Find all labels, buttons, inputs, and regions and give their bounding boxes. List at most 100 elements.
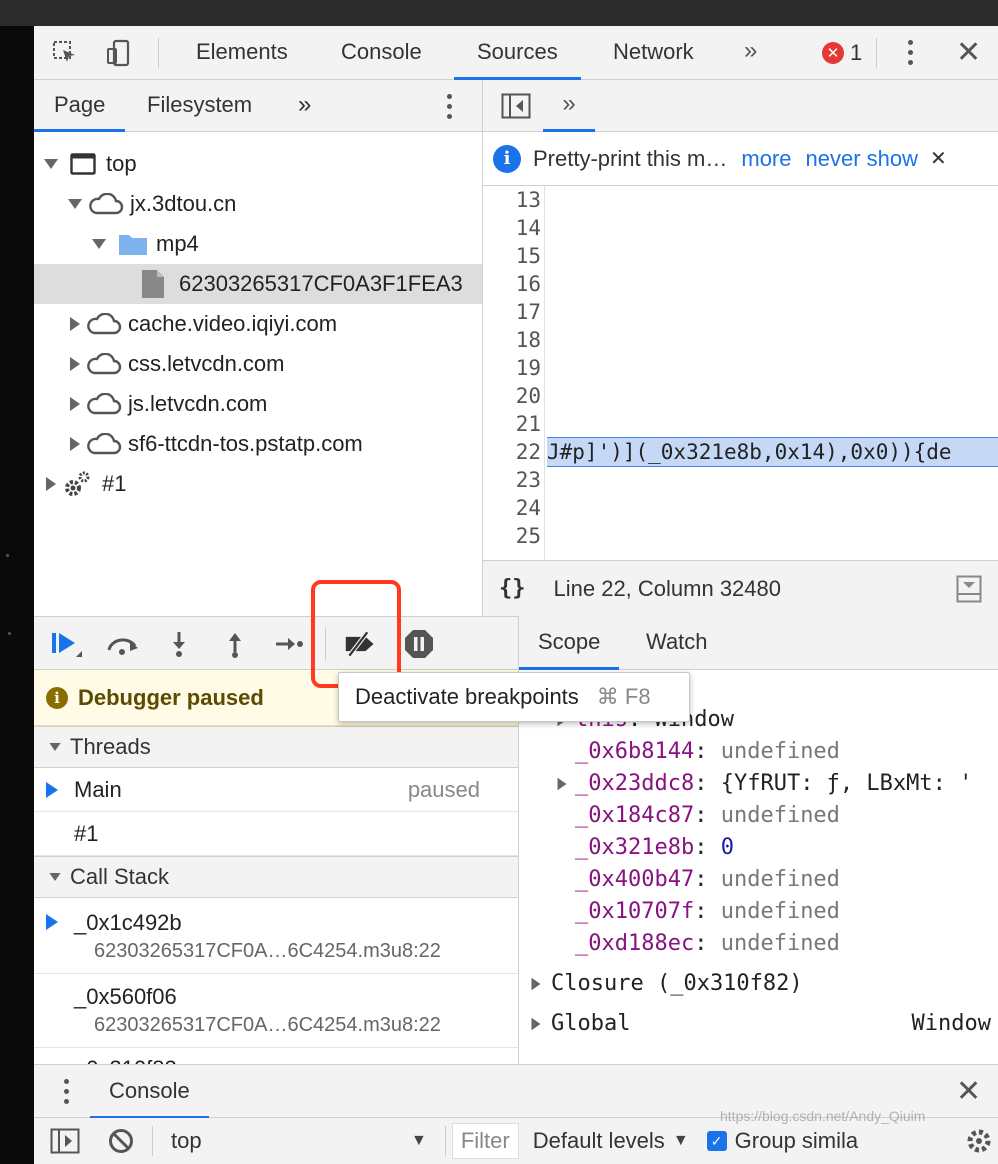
expand-arrow-icon[interactable]: [68, 199, 82, 209]
step-button[interactable]: [272, 627, 306, 661]
group-similar-label: Group simila: [734, 1128, 859, 1153]
expand-arrow-icon[interactable]: [49, 743, 61, 751]
scope-global[interactable]: Global Window: [519, 1008, 998, 1040]
log-levels-dropdown[interactable]: Default levels: [533, 1128, 665, 1154]
console-sidebar-icon[interactable]: [50, 1128, 80, 1154]
chevron-down-icon[interactable]: ▼: [673, 1132, 689, 1150]
navigator-menu-icon[interactable]: [447, 94, 453, 124]
line-number[interactable]: 21: [483, 410, 541, 438]
tab-page[interactable]: Page: [34, 80, 126, 132]
code-editor[interactable]: 13 14 15 16 17 18 19 20 21 22 23 24 25 J…: [483, 186, 998, 560]
line-number[interactable]: 17: [483, 298, 541, 326]
tree-item-domain[interactable]: jx.3dtou.cn: [34, 184, 482, 224]
scope-entry[interactable]: _0x400b47: undefined: [519, 864, 998, 896]
line-number[interactable]: 13: [483, 186, 541, 214]
tree-item-folder[interactable]: mp4: [34, 224, 482, 264]
line-number[interactable]: 15: [483, 242, 541, 270]
expand-arrow-icon[interactable]: [92, 239, 106, 249]
line-number[interactable]: 16: [483, 270, 541, 298]
line-number-current[interactable]: 22: [483, 438, 541, 466]
line-number[interactable]: 20: [483, 382, 541, 410]
close-devtools-button[interactable]: ✕: [956, 38, 981, 68]
threads-section-header[interactable]: Threads: [34, 726, 518, 768]
device-toolbar-icon[interactable]: [104, 38, 134, 68]
pretty-print-button[interactable]: {}: [499, 576, 526, 601]
error-counter[interactable]: ✕ 1: [822, 40, 862, 66]
scope-entry[interactable]: _0xd188ec: undefined: [519, 928, 998, 960]
scope-entry[interactable]: _0x23ddc8: {YfRUT: ƒ, LBxMt: ': [519, 768, 998, 800]
filter-input[interactable]: Filter: [451, 1123, 519, 1159]
navigator-more-button[interactable]: »: [298, 80, 311, 132]
collapse-arrow-icon[interactable]: [46, 477, 56, 491]
collapse-arrow-icon[interactable]: [70, 357, 80, 371]
tab-scope[interactable]: Scope: [519, 616, 620, 670]
clear-console-icon[interactable]: [108, 1128, 134, 1154]
step-into-button[interactable]: [162, 627, 196, 661]
collapse-arrow-icon[interactable]: [70, 317, 80, 331]
line-number[interactable]: 25: [483, 522, 541, 550]
thread-row-main[interactable]: Main paused: [34, 768, 518, 812]
pause-on-exceptions-button[interactable]: [402, 627, 436, 661]
scope-closure[interactable]: Closure (_0x310f82): [519, 968, 998, 1000]
call-frame-location[interactable]: 62303265317CF0A…6C4254.m3u8:22: [94, 1014, 441, 1037]
tree-item-file[interactable]: 62303265317CF0A3F1FEA3: [34, 264, 482, 304]
call-frame-row[interactable]: _0x560f06 62303265317CF0A…6C4254.m3u8:22: [34, 974, 518, 1048]
close-drawer-button[interactable]: ✕: [956, 1077, 981, 1107]
tree-item-domain[interactable]: cache.video.iqiyi.com: [34, 304, 482, 344]
expand-arrow-icon[interactable]: [44, 159, 58, 169]
tab-filesystem[interactable]: Filesystem: [147, 80, 252, 132]
tab-network[interactable]: Network: [613, 26, 694, 80]
inspect-element-icon[interactable]: [50, 38, 80, 68]
call-frame-row[interactable]: _0x1c492b 62303265317CF0A…6C4254.m3u8:22: [34, 898, 518, 974]
call-frame-location[interactable]: 62303265317CF0A…6C4254.m3u8:22: [94, 940, 441, 963]
line-number[interactable]: 23: [483, 466, 541, 494]
toggle-navigator-icon[interactable]: [501, 93, 531, 124]
line-number[interactable]: 19: [483, 354, 541, 382]
tree-item-domain[interactable]: sf6-ttcdn-tos.pstatp.com: [34, 424, 482, 464]
expand-arrow-icon[interactable]: [557, 777, 567, 791]
resume-button[interactable]: [50, 627, 84, 661]
drawer-menu-icon[interactable]: [64, 1079, 70, 1109]
customize-menu-icon[interactable]: [908, 40, 914, 70]
editor-more-tabs-button[interactable]: »: [543, 80, 595, 132]
expand-arrow-icon[interactable]: [531, 977, 541, 991]
toggle-sidebar-icon[interactable]: [956, 575, 982, 609]
tree-item-domain[interactable]: css.letvcdn.com: [34, 344, 482, 384]
tree-item-worker[interactable]: #1: [34, 464, 482, 504]
close-infobar-icon[interactable]: ✕: [930, 146, 947, 171]
scope-entry[interactable]: _0x184c87: undefined: [519, 800, 998, 832]
collapse-arrow-icon[interactable]: [70, 437, 80, 451]
callstack-section-header[interactable]: Call Stack: [34, 856, 518, 898]
group-similar-checkbox[interactable]: ✓ Group simila: [706, 1128, 859, 1154]
tab-sources[interactable]: Sources: [454, 26, 581, 80]
expand-arrow-icon[interactable]: [531, 1017, 541, 1031]
tab-watch[interactable]: Watch: [646, 616, 708, 670]
line-number[interactable]: 14: [483, 214, 541, 242]
line-number[interactable]: 24: [483, 494, 541, 522]
context-selector[interactable]: top: [171, 1128, 411, 1154]
page-backdrop: [0, 26, 34, 1164]
scope-entry[interactable]: _0x6b8144: undefined: [519, 736, 998, 768]
line-number[interactable]: 18: [483, 326, 541, 354]
scope-entry[interactable]: _0x321e8b: 0: [519, 832, 998, 864]
more-link[interactable]: more: [741, 146, 791, 172]
chevron-down-icon[interactable]: ▼: [411, 1132, 427, 1150]
more-tabs-button[interactable]: »: [744, 26, 757, 80]
line-number-gutter[interactable]: 13 14 15 16 17 18 19 20 21 22 23 24 25: [483, 186, 545, 560]
thread-row-worker[interactable]: #1: [34, 812, 518, 856]
tree-item-domain[interactable]: js.letvcdn.com: [34, 384, 482, 424]
scope-entry[interactable]: _0x10707f: undefined: [519, 896, 998, 928]
tab-elements[interactable]: Elements: [196, 26, 288, 80]
tab-drawer-console[interactable]: Console: [90, 1065, 209, 1119]
execution-line[interactable]: J#p]')](_0x321e8b,0x14),0x0)){de: [547, 437, 998, 467]
collapse-arrow-icon[interactable]: [70, 397, 80, 411]
checkmark-icon: ✓: [706, 1131, 727, 1151]
step-out-button[interactable]: [218, 627, 252, 661]
never-show-link[interactable]: never show: [806, 146, 919, 172]
tree-item-top[interactable]: top: [34, 144, 482, 184]
expand-arrow-icon[interactable]: [49, 873, 61, 881]
tab-console[interactable]: Console: [341, 26, 422, 80]
console-settings-gear-icon[interactable]: [964, 1126, 994, 1156]
closure-label: Closure (_0x310f82): [551, 971, 803, 996]
step-over-button[interactable]: [106, 627, 140, 661]
